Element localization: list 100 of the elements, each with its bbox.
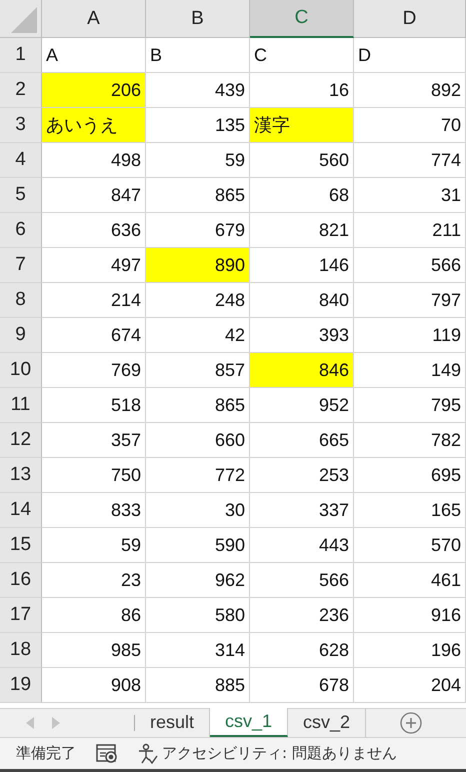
column-header[interactable]: A: [42, 0, 146, 38]
table-cell: 885: [146, 668, 250, 703]
table-cell: 952: [250, 388, 354, 423]
table-cell: 314: [146, 633, 250, 668]
table-cell: 679: [146, 213, 250, 248]
table-cell: 590: [146, 528, 250, 563]
table-cell: 865: [146, 178, 250, 213]
table-cell: 59: [42, 528, 146, 563]
row-header[interactable]: 10: [0, 353, 42, 388]
status-text: 準備完了: [16, 744, 76, 763]
row-header[interactable]: 14: [0, 493, 42, 528]
table-cell: 560: [250, 143, 354, 178]
table-cell: 211: [354, 213, 466, 248]
table-cell: 847: [42, 178, 146, 213]
row-header[interactable]: 17: [0, 598, 42, 633]
table-cell: 750: [42, 458, 146, 493]
row-header[interactable]: 19: [0, 668, 42, 703]
row-header[interactable]: 4: [0, 143, 42, 178]
table-cell: 135: [146, 108, 250, 143]
table-cell: 665: [250, 423, 354, 458]
table-cell: A: [42, 38, 146, 73]
table-cell: 782: [354, 423, 466, 458]
table-cell: B: [146, 38, 250, 73]
row-header[interactable]: 18: [0, 633, 42, 668]
table-cell: 393: [250, 318, 354, 353]
table-cell: 42: [146, 318, 250, 353]
sheet-tab[interactable]: csv_1: [210, 708, 288, 737]
table-cell: 908: [42, 668, 146, 703]
row-header[interactable]: 6: [0, 213, 42, 248]
table-cell: 119: [354, 318, 466, 353]
table-cell: 892: [354, 73, 466, 108]
row-header[interactable]: 5: [0, 178, 42, 213]
table-cell: 70: [354, 108, 466, 143]
table-cell: 674: [42, 318, 146, 353]
table-cell: 497: [42, 248, 146, 283]
table-cell: 214: [42, 283, 146, 318]
column-header[interactable]: B: [146, 0, 250, 38]
accessibility-status[interactable]: アクセシビリティ: 問題ありません: [162, 744, 397, 763]
table-cell: 357: [42, 423, 146, 458]
table-cell: 857: [146, 353, 250, 388]
table-cell: 337: [250, 493, 354, 528]
table-cell: 196: [354, 633, 466, 668]
table-cell: 165: [354, 493, 466, 528]
table-cell: 498: [42, 143, 146, 178]
table-cell: 漢字: [250, 108, 354, 143]
table-cell: 443: [250, 528, 354, 563]
row-header[interactable]: 15: [0, 528, 42, 563]
table-cell: 678: [250, 668, 354, 703]
table-cell: 890: [146, 248, 250, 283]
table-cell: 59: [146, 143, 250, 178]
table-cell: 769: [42, 353, 146, 388]
table-cell: 23: [42, 563, 146, 598]
table-cell: 248: [146, 283, 250, 318]
table-cell: 774: [354, 143, 466, 178]
table-cell: 461: [354, 563, 466, 598]
table-cell: 695: [354, 458, 466, 493]
table-cell: 68: [250, 178, 354, 213]
row-header[interactable]: 8: [0, 283, 42, 318]
table-cell: 840: [250, 283, 354, 318]
row-header[interactable]: 7: [0, 248, 42, 283]
add-sheet-icon[interactable]: [400, 712, 422, 734]
table-cell: 916: [354, 598, 466, 633]
table-cell: 580: [146, 598, 250, 633]
table-cell: 660: [146, 423, 250, 458]
table-cell: 821: [250, 213, 354, 248]
row-header[interactable]: 3: [0, 108, 42, 143]
table-cell: 439: [146, 73, 250, 108]
column-header[interactable]: C: [250, 0, 354, 38]
row-header[interactable]: 1: [0, 38, 42, 73]
table-cell: 206: [42, 73, 146, 108]
table-cell: 962: [146, 563, 250, 598]
table-cell: 31: [354, 178, 466, 213]
table-cell: 518: [42, 388, 146, 423]
table-cell: 30: [146, 493, 250, 528]
row-header[interactable]: 2: [0, 73, 42, 108]
table-cell: 636: [42, 213, 146, 248]
table-cell: 236: [250, 598, 354, 633]
row-header[interactable]: 13: [0, 458, 42, 493]
column-header[interactable]: D: [354, 0, 466, 38]
row-header[interactable]: 12: [0, 423, 42, 458]
table-cell: 566: [250, 563, 354, 598]
table-cell: 253: [250, 458, 354, 493]
table-cell: 846: [250, 353, 354, 388]
table-cell: 865: [146, 388, 250, 423]
accessibility-icon[interactable]: [138, 742, 158, 764]
row-header[interactable]: 9: [0, 318, 42, 353]
table-cell: 985: [42, 633, 146, 668]
table-cell: 628: [250, 633, 354, 668]
table-cell: あいうえ: [42, 108, 146, 143]
table-cell: 795: [354, 388, 466, 423]
table-cell: 204: [354, 668, 466, 703]
table-cell: 149: [354, 353, 466, 388]
row-header[interactable]: 16: [0, 563, 42, 598]
row-header[interactable]: 11: [0, 388, 42, 423]
table-cell: 772: [146, 458, 250, 493]
table-cell: 833: [42, 493, 146, 528]
table-cell: D: [354, 38, 466, 73]
table-cell: 146: [250, 248, 354, 283]
table-cell: 566: [354, 248, 466, 283]
macro-record-icon[interactable]: [96, 744, 118, 764]
